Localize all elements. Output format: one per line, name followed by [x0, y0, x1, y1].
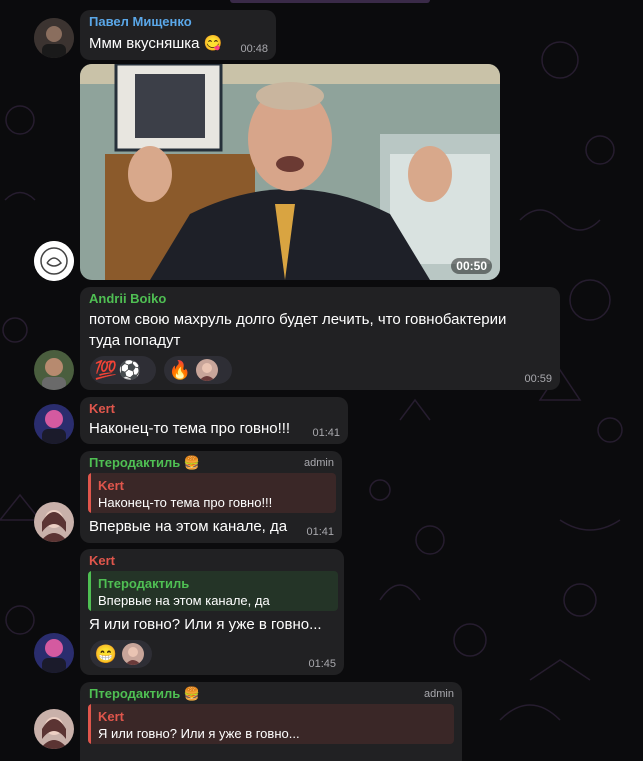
avatar[interactable]: [34, 350, 74, 390]
message-text: Ммм вкусняшка 😋: [89, 35, 223, 52]
video-message[interactable]: 00:50: [80, 64, 500, 280]
channel-logo-avatar[interactable]: [34, 241, 74, 281]
message-text: Впервые на этом канале, да: [89, 518, 288, 535]
reaction-chip[interactable]: 🔥: [164, 356, 232, 384]
video-duration: 00:50: [451, 258, 492, 274]
reactor-avatar: [196, 359, 218, 381]
reply-author: Kert: [98, 709, 125, 724]
message-time: 00:48: [240, 43, 268, 55]
reactor-avatar: [122, 643, 144, 665]
reply-quote[interactable]: Птеродактиль Впервые на этом канале, да: [88, 571, 338, 611]
reply-author: Птеродактиль: [98, 576, 190, 591]
reaction-chip[interactable]: 💯 ⚽: [90, 356, 156, 384]
message-text-line: потом свою махруль долго будет лечить, ч…: [89, 311, 507, 328]
reaction-emoji: 🔥: [168, 360, 192, 380]
message-bubble[interactable]: Kert Наконец-то тема про говно!!! 01:41: [80, 397, 348, 444]
message-time: 00:59: [524, 373, 552, 385]
message-time: 01:41: [306, 526, 334, 538]
message-author[interactable]: Kert: [89, 553, 115, 569]
reply-text: Впервые на этом канале, да: [98, 593, 270, 608]
reaction-chip[interactable]: 😁: [90, 640, 152, 668]
message-bubble[interactable]: Павел Мищенко Ммм вкусняшка 😋 00:48: [80, 10, 276, 60]
author-emoji: 🍔: [183, 686, 201, 701]
message-bubble[interactable]: Птеродактиль 🍔 admin Kert Я или говно? И…: [80, 682, 462, 761]
reply-author: Kert: [98, 478, 125, 493]
reply-quote[interactable]: Kert Наконец-то тема про говно!!!: [88, 473, 336, 513]
reaction-emoji: 💯: [94, 360, 118, 380]
message-author[interactable]: Птеродактиль 🍔: [89, 455, 200, 471]
reply-text: Я или говно? Или я уже в говно...: [98, 726, 300, 741]
admin-badge: admin: [304, 457, 334, 469]
message-bubble[interactable]: Kert Птеродактиль Впервые на этом канале…: [80, 549, 344, 675]
message-author[interactable]: Павел Мищенко: [89, 14, 192, 30]
message-text: Я или говно? Или я уже в говно...: [89, 616, 322, 633]
message-text: Наконец-то тема про говно!!!: [89, 420, 291, 437]
reaction-emoji: 😁: [94, 644, 118, 664]
message-text-line: туда попадут: [89, 332, 181, 349]
message-author[interactable]: Птеродактиль 🍔: [89, 686, 200, 702]
admin-badge: admin: [424, 688, 454, 700]
reply-text: Наконец-то тема про говно!!!: [98, 495, 273, 510]
message-time: 01:45: [308, 658, 336, 670]
avatar[interactable]: [34, 709, 74, 749]
avatar[interactable]: [34, 404, 74, 444]
avatar[interactable]: [34, 502, 74, 542]
avatar[interactable]: [34, 633, 74, 673]
avatar[interactable]: [34, 18, 74, 58]
reaction-emoji: ⚽: [118, 360, 142, 380]
message-bubble[interactable]: Andrii Boiko потом свою махруль долго бу…: [80, 287, 560, 390]
top-indicator: [230, 0, 430, 3]
author-emoji: 🍔: [183, 455, 201, 470]
message-author[interactable]: Kert: [89, 401, 115, 417]
message-author[interactable]: Andrii Boiko: [89, 291, 166, 307]
reply-quote[interactable]: Kert Я или говно? Или я уже в говно...: [88, 704, 454, 744]
message-bubble[interactable]: Птеродактиль 🍔 admin Kert Наконец-то тем…: [80, 451, 342, 543]
message-time: 01:41: [312, 427, 340, 439]
emoji: 😋: [203, 35, 223, 52]
